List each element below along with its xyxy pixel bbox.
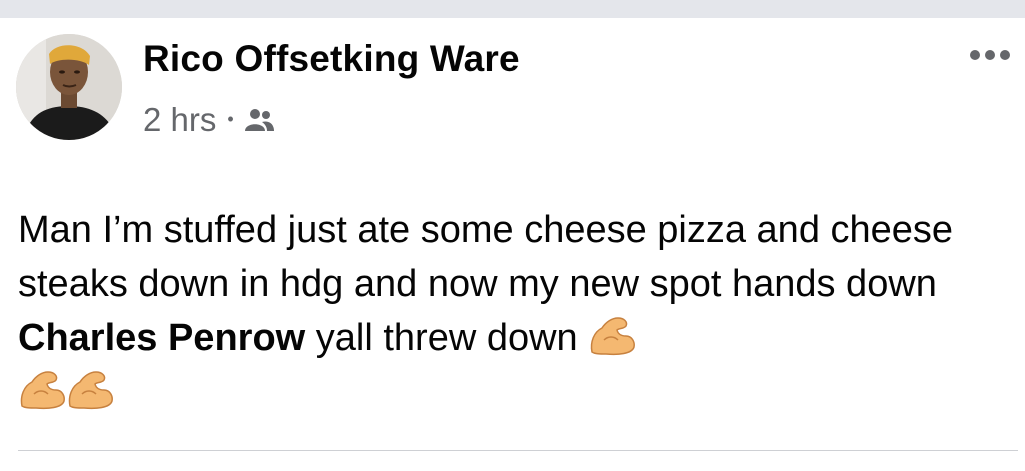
flexed-biceps-emoji [66, 368, 114, 410]
post-card: Rico Offsetking Ware 2 hrs • Man I’m stu… [0, 18, 1025, 471]
more-options-icon [970, 50, 1010, 60]
post-text-part2: yall threw down [305, 317, 589, 359]
flexed-biceps-emoji [588, 314, 636, 356]
post-divider [18, 450, 1018, 451]
meta-separator: • [227, 108, 234, 129]
author-name[interactable]: Rico Offsetking Ware [143, 38, 520, 80]
top-divider-strip [0, 0, 1025, 18]
post-body: Man I’m stuffed just ate some cheese piz… [18, 203, 1018, 419]
flexed-biceps-emoji [18, 368, 66, 410]
more-options-button[interactable] [964, 40, 1016, 70]
post-meta: 2 hrs • [143, 100, 275, 140]
post-timestamp[interactable]: 2 hrs [143, 101, 216, 139]
avatar-photo [16, 34, 122, 140]
friends-icon[interactable] [243, 107, 275, 133]
mention-link[interactable]: Charles Penrow [18, 317, 305, 359]
avatar[interactable] [16, 34, 122, 140]
post-text-part1: Man I’m stuffed just ate some cheese piz… [18, 209, 954, 305]
